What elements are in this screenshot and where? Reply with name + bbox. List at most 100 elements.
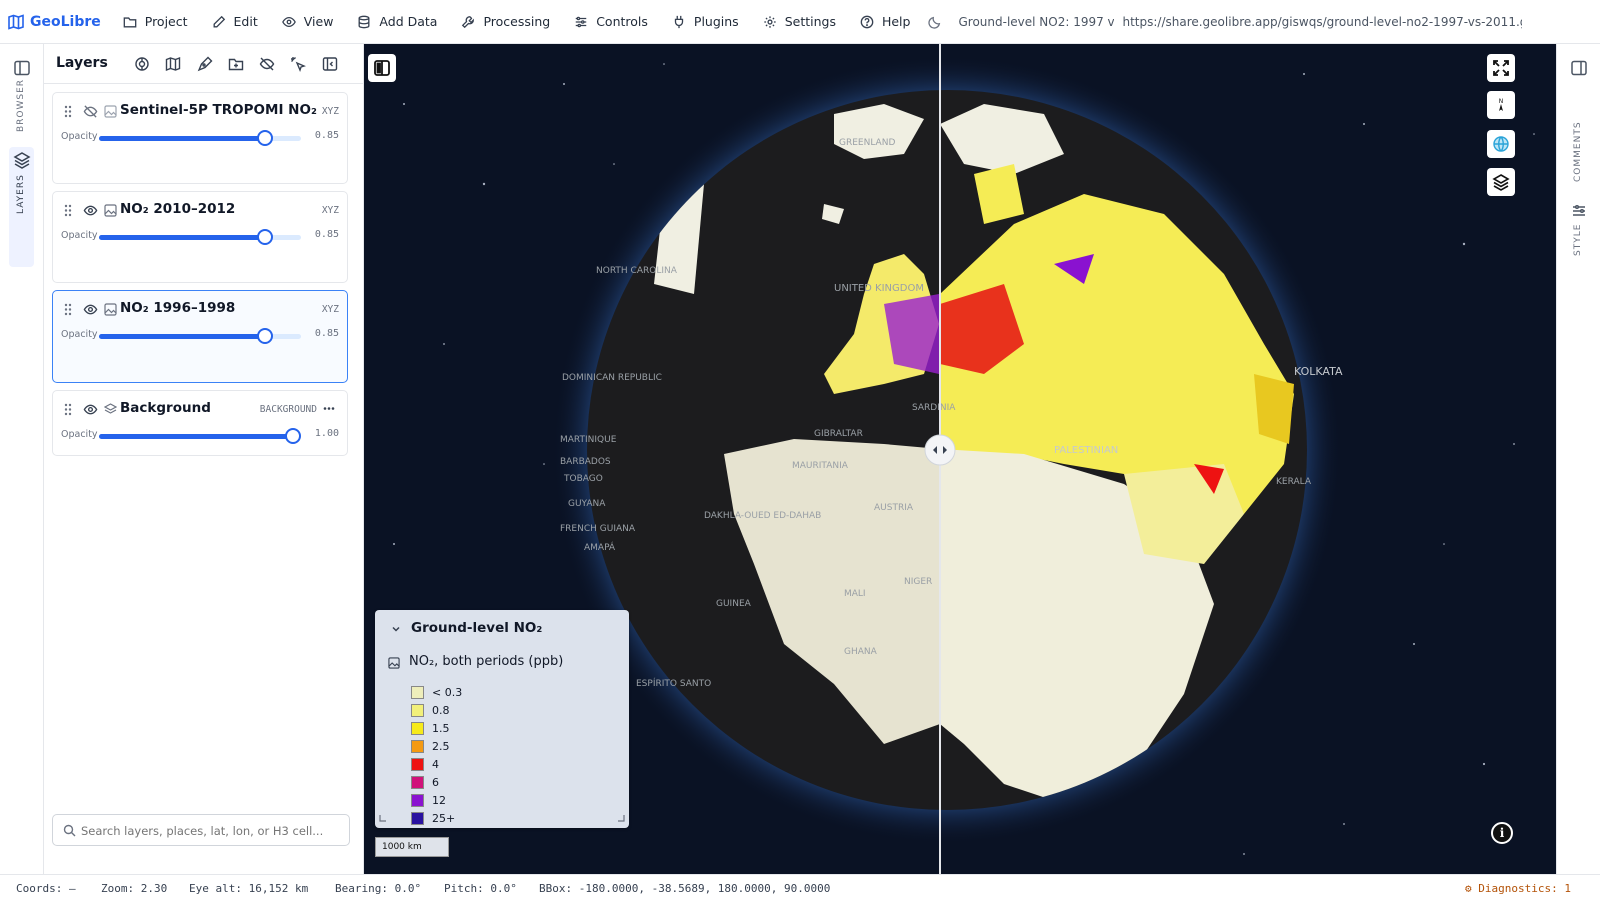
tab-browser[interactable]: BROWSER [16, 79, 26, 132]
tab-style[interactable]: STYLE [1573, 224, 1583, 256]
compass-button[interactable]: N [1487, 91, 1515, 119]
style-sliders-icon[interactable] [1570, 202, 1588, 220]
tab-layers[interactable]: LAYERS [16, 174, 26, 214]
map-label: GUYANA [568, 499, 606, 509]
legend-label: 12 [432, 793, 446, 807]
menu-controls-label: Controls [596, 14, 648, 29]
chevron-down-icon[interactable] [391, 624, 401, 634]
map-label: MARTINIQUE [560, 435, 617, 445]
hide-all-icon[interactable] [259, 56, 275, 72]
opacity-value: 0.85 [314, 130, 339, 141]
tab-comments[interactable]: COMMENTS [1573, 121, 1583, 182]
compass-north-icon: N [1499, 98, 1503, 111]
eye-icon[interactable] [83, 402, 98, 417]
diagnostics-button[interactable]: ⚙ Diagnostics: 1 [1465, 882, 1571, 895]
legend-swatch [411, 739, 424, 753]
menu-plugins[interactable]: Plugins [660, 0, 751, 44]
map-label: DAKHLA-OUED ED-DAHAB [704, 511, 821, 521]
folder-icon [123, 16, 137, 27]
drag-handle-icon[interactable] [64, 204, 72, 217]
bug-icon: ⚙ [1465, 882, 1472, 895]
search-icon [63, 824, 76, 837]
menu-edit[interactable]: Edit [200, 0, 270, 44]
menu-controls[interactable]: Controls [562, 0, 660, 44]
layer-card-no2-1996-1998[interactable]: NO₂ 1996–1998 XYZ Opacity 0.85 [52, 290, 348, 383]
layer-search-box[interactable] [52, 814, 350, 846]
layer-card-no2-2010-2012[interactable]: NO₂ 2010–2012 XYZ Opacity 0.85 [52, 191, 348, 283]
map-label: FRENCH GUIANA [560, 524, 636, 534]
eye-icon [281, 16, 296, 27]
panel-left-icon[interactable] [13, 59, 31, 77]
drag-handle-icon[interactable] [64, 303, 72, 316]
status-bearing: Bearing: 0.0° [335, 882, 422, 895]
opacity-value: 0.85 [314, 229, 339, 240]
eye-off-icon[interactable] [83, 104, 98, 119]
map-label: NIGER [904, 577, 932, 587]
globe-refresh-icon[interactable] [134, 56, 150, 72]
menu-settings[interactable]: Settings [751, 0, 848, 44]
resize-corner-icon[interactable] [617, 814, 625, 822]
opacity-slider-thumb[interactable] [256, 130, 273, 146]
legend-swatch [411, 685, 424, 699]
draw-icon[interactable] [197, 56, 213, 72]
menu-processing[interactable]: Processing [449, 0, 562, 44]
compare-toggle-button[interactable] [368, 54, 396, 82]
legend-swatch [411, 757, 424, 771]
add-folder-icon[interactable] [228, 56, 244, 72]
map-icon [8, 13, 24, 30]
opacity-slider-thumb[interactable] [256, 229, 273, 245]
menu-project[interactable]: Project [111, 0, 200, 44]
app-name: GeoLibre [30, 13, 101, 30]
panel-title: Layers [56, 55, 108, 71]
map-label: ESPÍRITO SANTO [636, 677, 711, 689]
help-icon [860, 15, 874, 28]
search-input[interactable] [81, 821, 343, 841]
select-pointer-icon[interactable] [290, 56, 306, 72]
opacity-slider[interactable] [99, 428, 301, 444]
globe-projection-button[interactable] [1487, 130, 1515, 158]
layers-icon[interactable] [13, 151, 31, 169]
basemap-icon[interactable] [165, 56, 181, 72]
eye-icon[interactable] [83, 203, 98, 218]
share-url[interactable]: https://share.geolibre.app/giswqs/ground… [1114, 15, 1522, 29]
menu-view[interactable]: View [270, 0, 346, 44]
legend-swatch [411, 793, 424, 807]
opacity-slider-thumb[interactable] [256, 328, 273, 344]
opacity-slider-fill [99, 136, 265, 141]
legend-swatch [411, 775, 424, 789]
opacity-slider[interactable] [99, 130, 301, 146]
legend-swatch [411, 703, 424, 717]
attribution-info-icon[interactable]: i [1491, 822, 1513, 844]
opacity-slider[interactable] [99, 229, 301, 245]
resize-corner-icon[interactable] [379, 814, 387, 822]
map-canvas[interactable]: GREENLAND UNITED KINGDOM PALESTINIAN KOL… [364, 44, 1556, 874]
map-label: PALESTINIAN [1054, 445, 1118, 456]
more-options-icon[interactable] [323, 406, 335, 411]
legend-item: 4 [411, 757, 439, 771]
layer-name: Background [120, 400, 211, 416]
opacity-slider[interactable] [99, 328, 301, 344]
panel-right-icon[interactable] [1570, 59, 1588, 77]
layer-switcher-button[interactable] [1487, 168, 1515, 196]
collapse-panel-icon[interactable] [322, 56, 338, 72]
map-label: GIBRALTAR [814, 429, 863, 439]
database-icon [358, 15, 370, 28]
raster-image-icon [388, 657, 400, 669]
compare-swipe-handle[interactable] [924, 434, 956, 466]
layer-card-background[interactable]: Background BACKGROUND Opacity 1.00 [52, 390, 348, 456]
legend-item: 25+ [411, 811, 455, 825]
menu-help[interactable]: Help [848, 0, 923, 44]
opacity-slider-thumb[interactable] [284, 428, 301, 444]
drag-handle-icon[interactable] [64, 105, 72, 118]
eye-icon[interactable] [83, 302, 98, 317]
drag-handle-icon[interactable] [64, 403, 72, 416]
layer-type: XYZ [321, 106, 339, 117]
fullscreen-button[interactable] [1487, 54, 1515, 82]
raster-image-icon [104, 204, 117, 217]
menu-settings-label: Settings [784, 14, 836, 29]
theme-toggle-button[interactable] [922, 0, 948, 44]
menu-add-data[interactable]: Add Data [345, 0, 449, 44]
layer-card-sentinel[interactable]: Sentinel-5P TROPOMI NO₂ (2... XYZ Opacit… [52, 92, 348, 184]
app-brand[interactable]: GeoLibre [0, 14, 111, 30]
legend-item: 2.5 [411, 739, 450, 753]
